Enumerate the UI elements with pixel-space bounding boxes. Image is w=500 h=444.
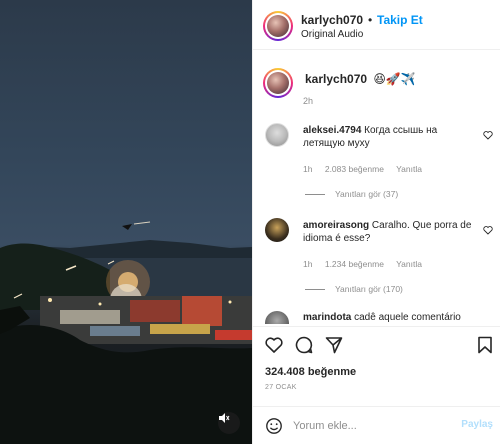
commenter-username[interactable]: marindota	[303, 312, 351, 323]
commenter-username[interactable]: aleksei.4794	[303, 125, 361, 136]
caption-username[interactable]: karlych070	[305, 72, 367, 86]
caption-time: 2h	[303, 96, 314, 106]
comment-text-block: amoreirasong Caralho. Que porra de idiom…	[303, 219, 479, 245]
comment-likes[interactable]: 2.083 beğenme	[325, 164, 384, 174]
comment-time: 1h	[303, 164, 313, 174]
reply-button[interactable]: Yanıtla	[396, 259, 422, 269]
separator-dot: •	[368, 13, 373, 27]
comment-meta: 1h 2.083 beğenme Yanıtla	[303, 164, 432, 174]
mute-button[interactable]	[218, 412, 240, 434]
author-avatar[interactable]	[263, 11, 293, 41]
caption-avatar[interactable]	[263, 68, 293, 98]
like-count[interactable]: 324.408 beğenme	[265, 366, 356, 378]
view-replies-button[interactable]: Yanıtları gör (37)	[305, 189, 398, 199]
comment-likes[interactable]: 1.234 beğenme	[325, 259, 384, 269]
comment-composer: Paylaş	[253, 406, 500, 444]
emoji-icon[interactable]	[265, 417, 283, 435]
caption-line: karlych070 😆🚀✈️	[305, 72, 416, 86]
post-date: 27 OCAK	[265, 384, 297, 391]
author-username[interactable]: karlych070	[301, 13, 363, 27]
comment-like-icon[interactable]	[483, 130, 493, 140]
speaker-muted-icon	[219, 413, 230, 423]
view-replies-button[interactable]: Yanıtları gör (170)	[305, 284, 403, 294]
comment-time: 1h	[303, 259, 313, 269]
comment-like-icon[interactable]	[483, 225, 493, 235]
post-sidebar: karlych070 • Takip Et Original Audio kar…	[252, 0, 500, 444]
bookmark-icon[interactable]	[475, 335, 495, 355]
commenter-avatar[interactable]	[265, 218, 289, 242]
commenter-avatar[interactable]	[265, 311, 289, 324]
view-replies-label: Yanıtları gör (37)	[335, 189, 399, 199]
caption-text: 😆🚀✈️	[373, 72, 416, 86]
heart-icon[interactable]	[264, 335, 284, 355]
paper-plane-icon[interactable]	[324, 335, 344, 355]
comment-text-block: marindota cadê aquele comentário	[303, 311, 479, 324]
comment-text: cadê aquele comentário	[354, 312, 461, 323]
reply-button[interactable]: Yanıtla	[396, 164, 422, 174]
video-frame	[0, 221, 252, 444]
video-player[interactable]	[0, 0, 252, 444]
comment-input[interactable]	[293, 417, 443, 435]
commenter-avatar[interactable]	[265, 123, 289, 147]
commenter-username[interactable]: amoreirasong	[303, 220, 369, 231]
action-bar	[253, 326, 500, 362]
comment-icon[interactable]	[294, 335, 314, 355]
comment-meta: 1h 1.234 beğenme Yanıtla	[303, 259, 432, 269]
comment-text-block: aleksei.4794 Когда ссышь на летящую муху	[303, 124, 479, 150]
post-comment-button[interactable]: Paylaş	[461, 419, 493, 430]
view-replies-label: Yanıtları gör (170)	[335, 284, 403, 294]
comments-list[interactable]: aleksei.4794 Когда ссышь на летящую муху…	[253, 118, 500, 324]
audio-link[interactable]: Original Audio	[301, 29, 363, 40]
follow-button[interactable]: Takip Et	[377, 13, 423, 27]
post-header: karlych070 • Takip Et Original Audio	[253, 0, 500, 50]
